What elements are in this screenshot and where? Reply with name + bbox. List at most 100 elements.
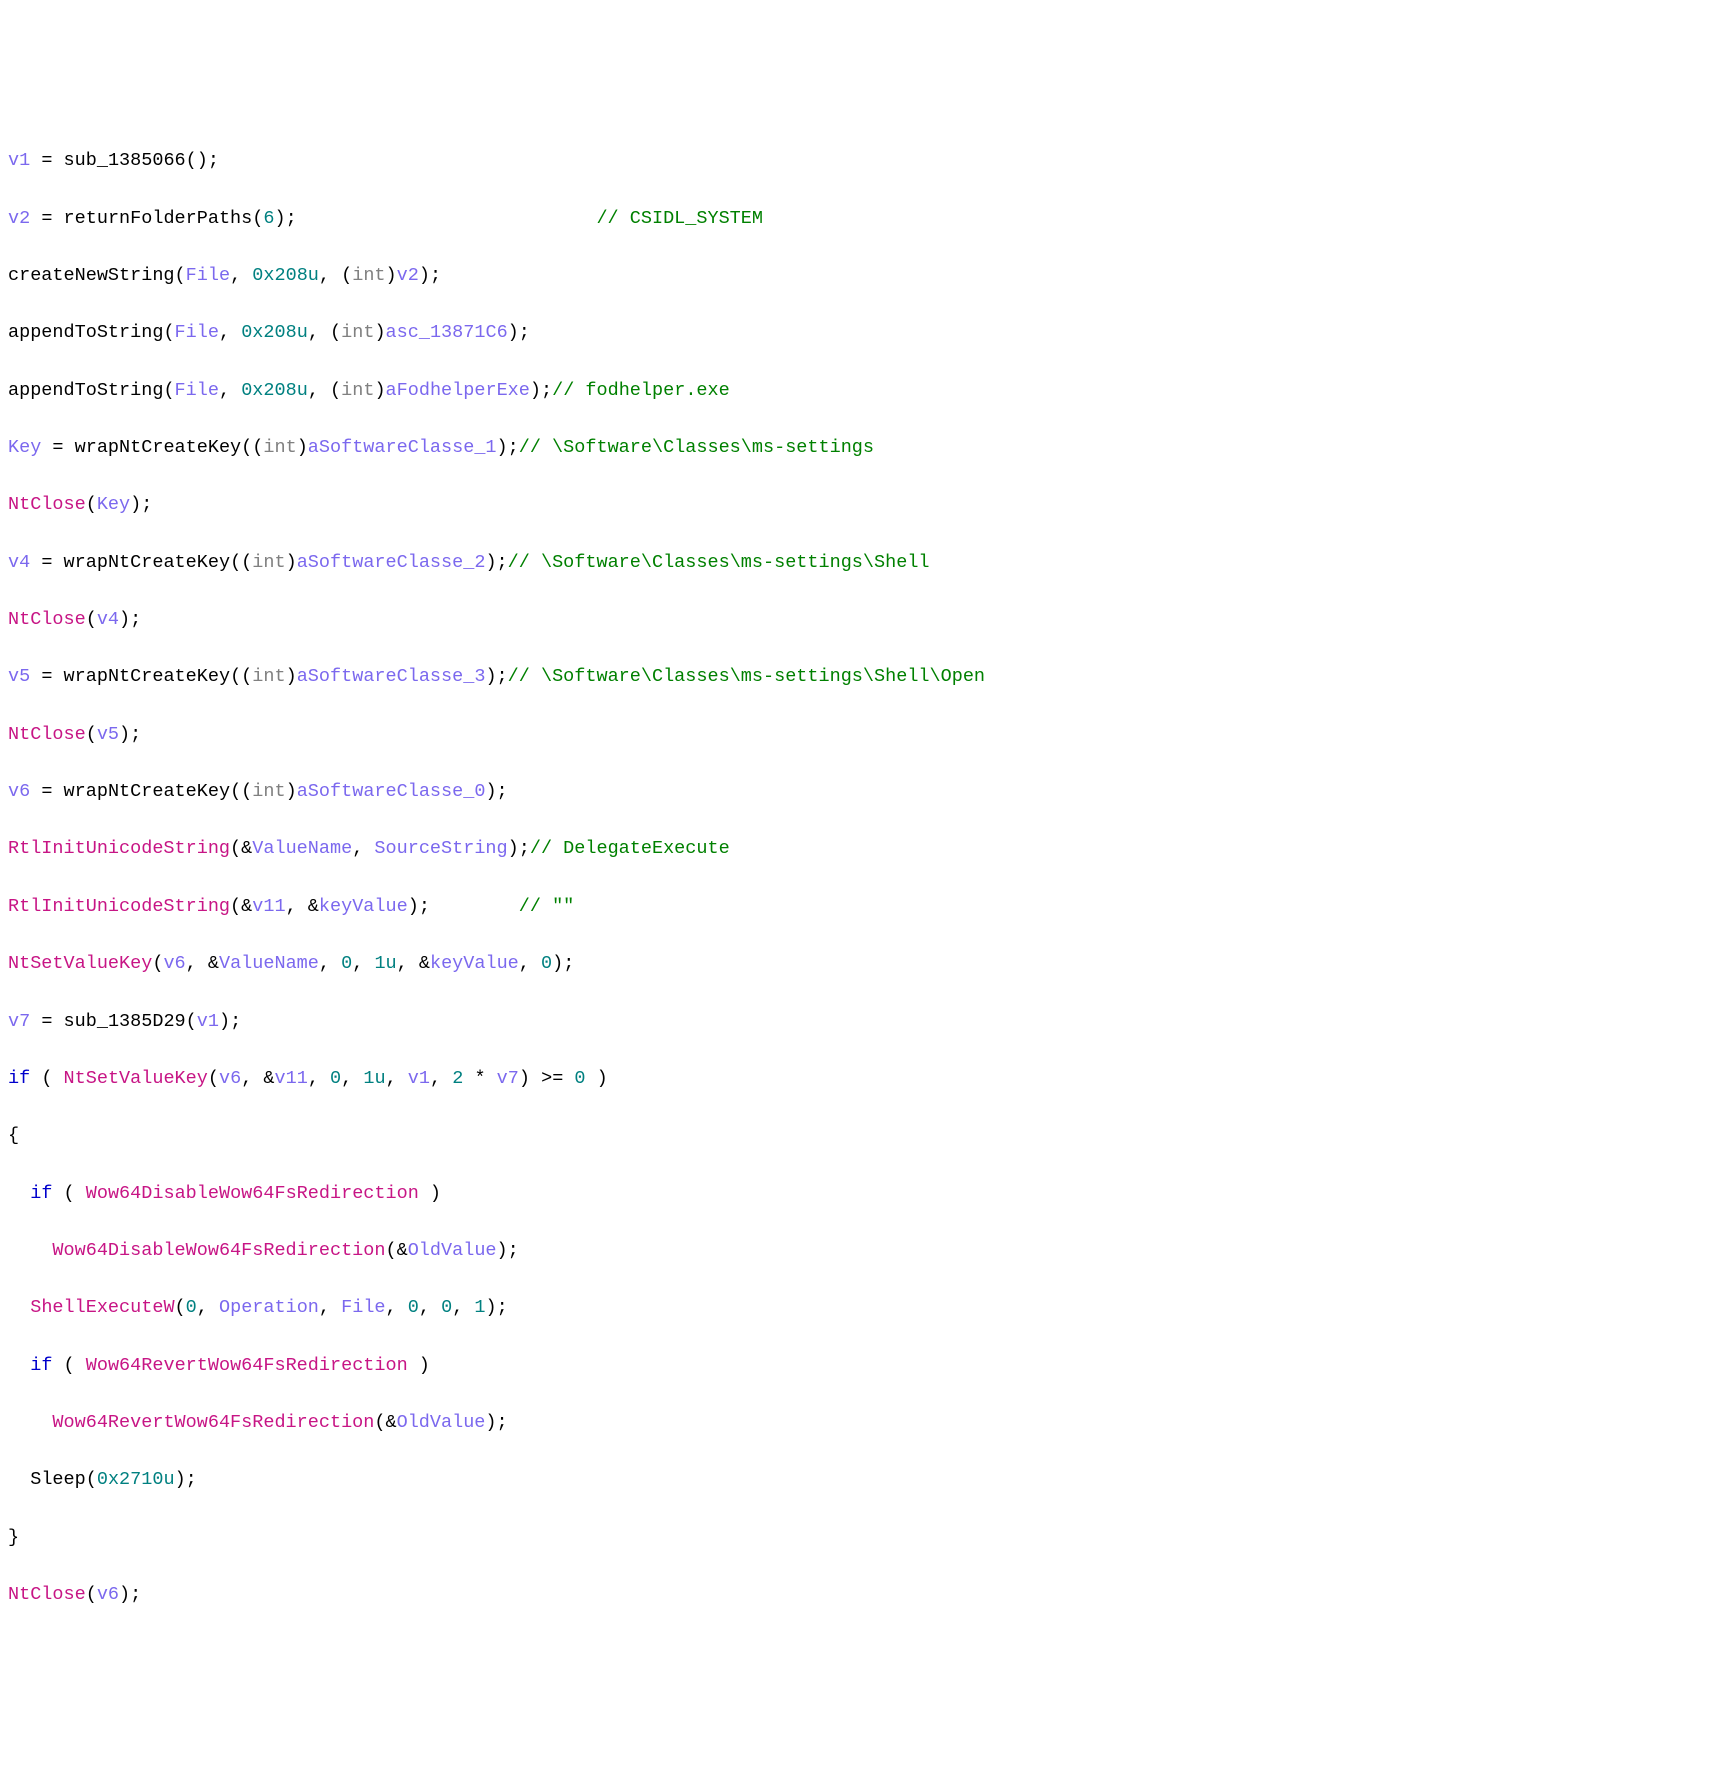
function-call: Wow64DisableWow64FsRedirection	[52, 1240, 385, 1261]
identifier: SourceString	[374, 838, 507, 859]
type: int	[341, 322, 374, 343]
function-call: Wow64RevertWow64FsRedirection	[52, 1412, 374, 1433]
identifier: Operation	[219, 1297, 319, 1318]
number: 2	[452, 1068, 463, 1089]
function-call: returnFolderPaths	[64, 208, 253, 229]
code-line: v4 = wrapNtCreateKey((int)aSoftwareClass…	[8, 549, 1723, 578]
function-call: Sleep	[30, 1469, 86, 1490]
identifier: File	[175, 380, 219, 401]
comment: // fodhelper.exe	[552, 380, 730, 401]
number: 0x208u	[241, 380, 308, 401]
code-line: NtClose(v4);	[8, 606, 1723, 635]
variable: v7	[497, 1068, 519, 1089]
code-line: ShellExecuteW(0, Operation, File, 0, 0, …	[8, 1294, 1723, 1323]
variable: v5	[8, 666, 30, 687]
variable: v4	[97, 609, 119, 630]
comment: // DelegateExecute	[530, 838, 730, 859]
identifier: aSoftwareClasse_1	[308, 437, 497, 458]
number: 1u	[374, 953, 396, 974]
variable: v11	[252, 896, 285, 917]
variable: v2	[8, 208, 30, 229]
code-line: NtClose(Key);	[8, 491, 1723, 520]
variable: v2	[397, 265, 419, 286]
number: 0x208u	[252, 265, 319, 286]
code-line: NtClose(v5);	[8, 721, 1723, 750]
brace: {	[8, 1125, 19, 1146]
number: 0x2710u	[97, 1469, 175, 1490]
function-call: wrapNtCreateKey	[64, 666, 231, 687]
function-call: sub_1385D29	[64, 1011, 186, 1032]
number: 0	[341, 953, 352, 974]
comment: // \Software\Classes\ms-settings	[519, 437, 874, 458]
function-call: wrapNtCreateKey	[64, 781, 231, 802]
function-call: wrapNtCreateKey	[75, 437, 242, 458]
type: int	[252, 781, 285, 802]
code-line: RtlInitUnicodeString(&ValueName, SourceS…	[8, 835, 1723, 864]
function-call: wrapNtCreateKey	[64, 552, 231, 573]
keyword: if	[8, 1068, 30, 1089]
comment: // \Software\Classes\ms-settings\Shell	[508, 552, 930, 573]
brace: }	[8, 1527, 19, 1548]
identifier: OldValue	[408, 1240, 497, 1261]
code-line: appendToString(File, 0x208u, (int)aFodhe…	[8, 377, 1723, 406]
function-call: NtSetValueKey	[64, 1068, 208, 1089]
variable: v7	[8, 1011, 30, 1032]
code-line: createNewString(File, 0x208u, (int)v2);	[8, 262, 1723, 291]
number: 1	[474, 1297, 485, 1318]
code-line: v6 = wrapNtCreateKey((int)aSoftwareClass…	[8, 778, 1723, 807]
identifier: aSoftwareClasse_0	[297, 781, 486, 802]
identifier: Wow64DisableWow64FsRedirection	[86, 1183, 419, 1204]
function-call: RtlInitUnicodeString	[8, 838, 230, 859]
code-line: v1 = sub_1385066();	[8, 147, 1723, 176]
variable: v6	[97, 1584, 119, 1605]
identifier: File	[186, 265, 230, 286]
identifier: File	[175, 322, 219, 343]
variable: v1	[197, 1011, 219, 1032]
variable: v1	[408, 1068, 430, 1089]
function-call: NtClose	[8, 1584, 86, 1605]
identifier: ValueName	[219, 953, 319, 974]
type: int	[352, 265, 385, 286]
decompiled-code-block: v1 = sub_1385066(); v2 = returnFolderPat…	[8, 119, 1723, 1639]
code-line: RtlInitUnicodeString(&v11, &keyValue); /…	[8, 893, 1723, 922]
code-line: if ( Wow64DisableWow64FsRedirection )	[8, 1180, 1723, 1209]
number: 0	[441, 1297, 452, 1318]
number: 0	[408, 1297, 419, 1318]
type: int	[341, 380, 374, 401]
number: 1u	[363, 1068, 385, 1089]
code-line: Sleep(0x2710u);	[8, 1466, 1723, 1495]
function-call: appendToString	[8, 322, 163, 343]
identifier: aFodhelperExe	[386, 380, 530, 401]
type: int	[252, 552, 285, 573]
variable: v6	[163, 953, 185, 974]
type: int	[263, 437, 296, 458]
code-line: if ( Wow64RevertWow64FsRedirection )	[8, 1352, 1723, 1381]
code-line: v5 = wrapNtCreateKey((int)aSoftwareClass…	[8, 663, 1723, 692]
number: 0x208u	[241, 322, 308, 343]
code-line: }	[8, 1524, 1723, 1553]
code-line: Wow64RevertWow64FsRedirection(&OldValue)…	[8, 1409, 1723, 1438]
variable: Key	[97, 494, 130, 515]
code-line: v7 = sub_1385D29(v1);	[8, 1008, 1723, 1037]
variable: v6	[8, 781, 30, 802]
function-call: appendToString	[8, 380, 163, 401]
number: 0	[330, 1068, 341, 1089]
identifier: asc_13871C6	[386, 322, 508, 343]
function-call: sub_1385066	[64, 150, 186, 171]
code-line: Wow64DisableWow64FsRedirection(&OldValue…	[8, 1237, 1723, 1266]
function-call: NtClose	[8, 494, 86, 515]
code-line: {	[8, 1122, 1723, 1151]
keyword: if	[30, 1183, 52, 1204]
function-call: ShellExecuteW	[30, 1297, 174, 1318]
code-line: Key = wrapNtCreateKey((int)aSoftwareClas…	[8, 434, 1723, 463]
identifier: aSoftwareClasse_3	[297, 666, 486, 687]
function-call: NtSetValueKey	[8, 953, 152, 974]
variable: v11	[275, 1068, 308, 1089]
comment: // CSIDL_SYSTEM	[596, 208, 763, 229]
code-line: v2 = returnFolderPaths(6); // CSIDL_SYST…	[8, 205, 1723, 234]
variable: v1	[8, 150, 30, 171]
identifier: ValueName	[252, 838, 352, 859]
number: 0	[186, 1297, 197, 1318]
type: int	[252, 666, 285, 687]
function-call: NtClose	[8, 724, 86, 745]
